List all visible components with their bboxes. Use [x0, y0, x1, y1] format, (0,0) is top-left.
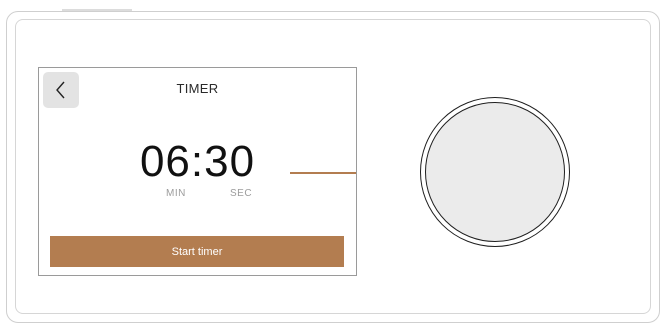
seconds-label: SEC — [230, 188, 253, 199]
start-timer-button[interactable]: Start timer — [50, 236, 344, 267]
minutes-label: MIN — [166, 188, 186, 199]
timer-value: 06:30 — [139, 137, 256, 186]
knob-face — [425, 102, 565, 242]
rotary-knob[interactable] — [420, 97, 570, 247]
screen-title: TIMER — [176, 81, 219, 96]
callout-line — [290, 172, 356, 174]
